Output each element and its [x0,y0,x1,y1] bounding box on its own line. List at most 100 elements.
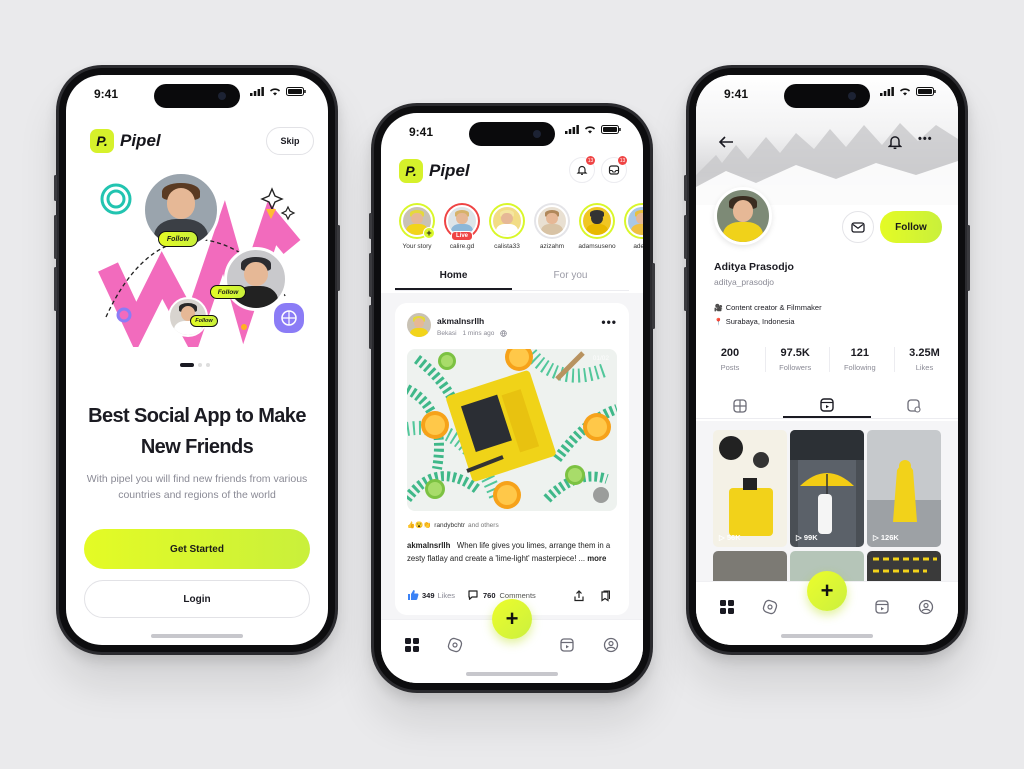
dynamic-island [784,84,870,108]
inbox-icon [608,165,620,175]
post-author-avatar[interactable] [407,313,431,337]
brand-logo: P. Pipel [399,159,470,183]
play-icon: ▷ [873,533,881,542]
signal-icon [250,87,264,96]
post-photo [407,349,617,509]
comment-button[interactable]: 760 Comments [467,589,536,601]
battery-icon [286,87,306,96]
tag-icon[interactable] [593,487,609,503]
battery-icon [916,87,936,96]
reel-thumbnail [719,436,773,536]
carousel-dots [180,363,210,367]
logo-mark: P. [399,159,423,183]
profile-icon[interactable] [603,637,619,653]
post-more-button[interactable]: ••• [601,315,617,329]
create-post-button[interactable]: + [807,571,847,611]
story-item[interactable]: adamsuseno [577,203,617,250]
reels-icon[interactable] [559,637,575,653]
phone-onboarding: 9:41 P. Pipel Skip Follow Follow Follow … [54,65,340,655]
reel-tile[interactable]: ▷ 99K [790,430,864,547]
dot[interactable] [206,363,210,367]
skip-button[interactable]: Skip [266,127,314,155]
story-item[interactable]: calista33 [487,203,527,250]
stat-following[interactable]: 121 Following [829,347,889,372]
notification-badge: 13 [586,156,595,165]
home-indicator [466,672,558,676]
reel-thumbnail [790,430,864,547]
post-caption: akmalnsrllh When life gives you limes, a… [407,541,611,563]
dot-active[interactable] [180,363,194,367]
message-badge: 13 [618,156,627,165]
login-button[interactable]: Login [84,580,310,618]
follow-button[interactable]: Follow [880,211,942,243]
message-button[interactable] [842,211,874,243]
like-button[interactable]: 349 Likes [407,589,455,601]
profile-name: Aditya Prasodjo [714,261,794,273]
follow-chip-1[interactable]: Follow [158,231,198,247]
tab-for-you[interactable]: For you [512,265,629,290]
reactions-row[interactable]: 👍😮👏 randybchtr and others [407,521,499,530]
story-name: azizahm [539,243,565,250]
signal-icon [880,87,894,96]
home-indicator [151,634,243,638]
dot[interactable] [198,363,202,367]
tab-reels[interactable] [783,393,871,418]
live-badge: Live [451,231,474,241]
profile-avatar[interactable] [714,187,772,245]
follow-chip-3[interactable]: Follow [190,315,218,327]
create-post-button[interactable]: + [492,599,532,639]
post-author-name[interactable]: akmalnsrllh [437,316,484,326]
tab-home[interactable]: Home [395,265,512,290]
bookmark-icon[interactable] [599,590,611,602]
stat-posts[interactable]: 200 Posts [700,347,760,372]
logo-mark: P. [90,129,114,153]
home-grid-icon[interactable] [405,637,419,652]
view-count: ▷ 56K [719,533,741,542]
profile-handle: aditya_prasodjo [714,277,775,287]
notifications-button[interactable]: 13 [569,156,595,183]
story-item[interactable]: azizahm [532,203,572,250]
bio-location: 📍 Surabaya, Indonesia [714,317,795,326]
status-time: 9:41 [409,125,434,139]
bell-icon[interactable] [888,134,902,150]
stat-likes[interactable]: 3.25M Likes [893,347,954,372]
reel-tile[interactable]: ▷ 56K [713,430,787,547]
headline: Best Social App to Make New Friends [66,401,328,463]
phone-profile: 9:41 ••• Follow Aditya Prasodjo aditya_p… [684,65,970,655]
post-image[interactable]: 01/02 [407,349,617,511]
globe-icon [500,330,508,337]
reel-tile[interactable]: ▷ 126K [867,430,941,547]
more-link[interactable]: more [587,554,606,563]
story-name: Your story [402,243,432,250]
explore-icon[interactable] [762,599,778,615]
messages-button[interactable]: 13 [601,156,627,183]
status-time: 9:41 [724,87,749,101]
story-item[interactable]: + Your story [397,203,437,250]
hero-illustration: Follow Follow Follow [96,167,306,347]
explore-icon[interactable] [447,637,463,653]
profile-icon[interactable] [918,599,934,615]
wifi-icon [899,88,911,96]
tab-grid[interactable] [696,393,783,418]
reaction-emojis: 👍😮👏 [407,522,432,529]
add-story-icon[interactable]: + [423,227,435,239]
stat-followers[interactable]: 97.5K Followers [764,347,825,372]
get-started-button[interactable]: Get Started [84,529,310,569]
reels-icon[interactable] [874,599,890,615]
share-icon[interactable] [573,590,585,602]
thumbs-up-icon [408,590,419,600]
profile-screen: 9:41 ••• Follow Aditya Prasodjo aditya_p… [696,75,958,645]
story-item[interactable]: adelia [622,203,643,250]
tagged-icon [907,398,921,413]
story-name: adelia [633,243,643,250]
tab-tagged[interactable] [871,393,958,418]
comment-icon [468,590,478,600]
story-name: calire.gd [449,243,475,250]
back-arrow-icon[interactable] [718,135,734,149]
story-item[interactable]: Live calire.gd [442,203,482,250]
onboarding-screen: 9:41 P. Pipel Skip Follow Follow Follow … [66,75,328,645]
home-grid-icon[interactable] [720,599,734,614]
more-options-button[interactable]: ••• [918,133,933,145]
story-name: calista33 [494,243,520,250]
follow-chip-2[interactable]: Follow [210,285,246,299]
